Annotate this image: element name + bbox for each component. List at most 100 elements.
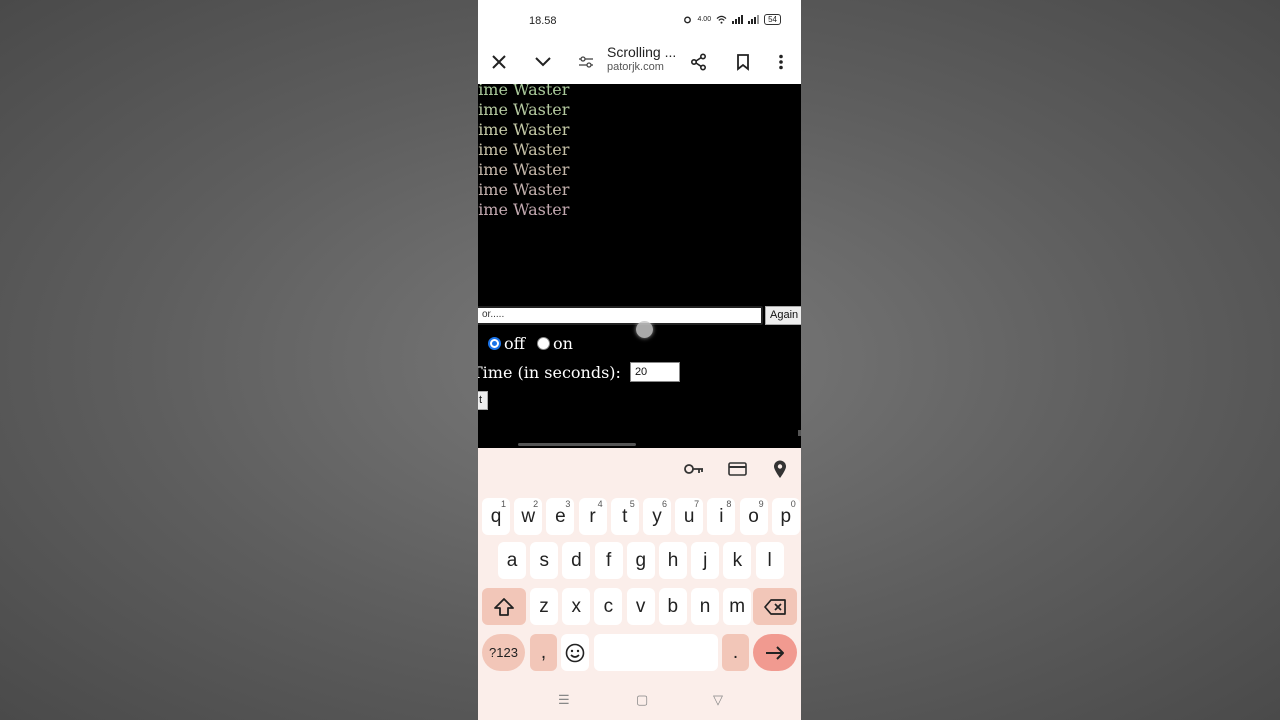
key-r-hint: 4 <box>597 499 603 509</box>
key-z-label: z <box>539 595 549 617</box>
key-s-label: s <box>539 549 549 571</box>
keyboard-suggestion-strip <box>478 448 801 490</box>
payment-methods-button[interactable] <box>726 459 748 479</box>
key-b[interactable]: b <box>658 588 687 625</box>
key-a-label: a <box>506 549 518 571</box>
key-j[interactable]: j <box>691 542 720 579</box>
key-icon <box>684 464 703 474</box>
menu-nav-icon[interactable]: ☰ <box>558 692 570 708</box>
key-r-label: r <box>589 505 596 527</box>
addresses-button[interactable] <box>769 459 791 479</box>
back-nav-icon[interactable]: ▽ <box>713 692 723 708</box>
horizontal-scrollbar[interactable] <box>518 443 636 446</box>
symbols-key-label: ?123 <box>489 645 518 660</box>
comma-key-label: , <box>540 641 547 663</box>
key-k[interactable]: k <box>723 542 752 579</box>
key-y-hint: 6 <box>661 499 667 509</box>
home-nav-icon[interactable]: ▢ <box>636 692 648 708</box>
key-n[interactable]: n <box>691 588 719 625</box>
key-w-hint: 2 <box>533 499 539 509</box>
key-v-label: v <box>635 595 646 617</box>
key-w[interactable]: w2 <box>514 498 543 535</box>
key-z[interactable]: z <box>530 588 558 625</box>
shift-key[interactable] <box>482 588 526 625</box>
scroll-text-input[interactable]: or..... <box>478 306 763 325</box>
key-a[interactable]: a <box>498 542 526 579</box>
key-o[interactable]: o9 <box>739 498 768 535</box>
key-h[interactable]: h <box>659 542 687 579</box>
web-content[interactable]: t Time Waster t Time Waster t Time Waste… <box>478 84 801 448</box>
bookmark-button[interactable] <box>729 48 757 76</box>
share-icon <box>690 53 707 71</box>
key-o-label: o <box>748 505 759 527</box>
radio-off[interactable] <box>488 337 501 350</box>
again-button[interactable]: Again <box>765 306 801 325</box>
key-e-label: e <box>555 505 566 527</box>
key-p[interactable]: p0 <box>771 498 800 535</box>
key-s[interactable]: s <box>530 542 559 579</box>
key-u[interactable]: u7 <box>675 498 704 535</box>
location-pin-icon <box>774 460 786 478</box>
page-title: Scrolling ... <box>607 44 677 60</box>
emoji-icon <box>565 643 585 662</box>
key-f-label: f <box>605 549 612 571</box>
key-q-label: q <box>490 505 502 527</box>
page-title-block[interactable]: Scrolling ... patorjk.com <box>607 44 687 73</box>
key-y[interactable]: y6 <box>643 498 671 535</box>
arrow-right-icon <box>766 645 784 660</box>
key-g[interactable]: g <box>626 542 655 579</box>
more-menu-button[interactable] <box>767 48 795 76</box>
shift-icon <box>494 597 514 616</box>
system-nav-bar: ☰ ▢ ▽ <box>478 686 801 720</box>
key-q[interactable]: q1 <box>482 498 510 535</box>
key-m[interactable]: m <box>723 588 752 625</box>
page-settings-button[interactable] <box>572 48 600 76</box>
key-l[interactable]: l <box>755 542 784 579</box>
key-k-label: k <box>732 549 743 571</box>
emoji-key[interactable] <box>561 634 589 671</box>
waster-line: t Time Waster <box>478 100 570 119</box>
key-b-label: b <box>667 595 679 617</box>
page-domain: patorjk.com <box>607 61 664 73</box>
signal-icon <box>732 15 744 24</box>
key-v[interactable]: v <box>626 588 655 625</box>
symbols-key[interactable]: ?123 <box>482 634 525 671</box>
enter-key[interactable] <box>753 634 797 671</box>
share-button[interactable] <box>685 48 713 76</box>
key-j-label: j <box>703 549 708 571</box>
waster-line: t Time Waster <box>478 120 570 139</box>
chevron-down-icon <box>535 57 551 67</box>
time-seconds-input[interactable]: 20 <box>629 362 680 382</box>
key-e[interactable]: e3 <box>546 498 575 535</box>
tune-icon <box>579 56 593 68</box>
key-m-label: m <box>729 595 746 617</box>
period-key-label: . <box>732 641 739 663</box>
key-c-label: c <box>603 595 614 617</box>
key-x[interactable]: x <box>562 588 591 625</box>
key-f[interactable]: f <box>594 542 623 579</box>
radio-on[interactable] <box>537 337 550 350</box>
net-speed: 4.00 <box>697 16 712 23</box>
space-key[interactable] <box>594 634 718 671</box>
radio-on-label: on <box>553 334 573 353</box>
key-i[interactable]: i8 <box>707 498 736 535</box>
period-key[interactable]: . <box>722 634 749 671</box>
key-c[interactable]: c <box>594 588 623 625</box>
start-button[interactable]: t <box>478 391 488 410</box>
key-e-hint: 3 <box>565 499 571 509</box>
radio-off-label: off <box>504 334 525 353</box>
vertical-scrollbar[interactable] <box>798 430 801 436</box>
key-t[interactable]: t5 <box>610 498 639 535</box>
key-t-hint: 5 <box>629 499 635 509</box>
close-button[interactable] <box>485 48 513 76</box>
minimize-button[interactable] <box>529 48 557 76</box>
soft-keyboard <box>478 448 801 720</box>
backspace-icon <box>764 598 786 615</box>
key-r[interactable]: r4 <box>578 498 607 535</box>
comma-key[interactable]: , <box>530 634 557 671</box>
signal-icon-2 <box>748 15 760 24</box>
key-d[interactable]: d <box>562 542 591 579</box>
backspace-key[interactable] <box>753 588 797 625</box>
passwords-button[interactable] <box>683 459 705 479</box>
key-g-label: g <box>635 549 647 571</box>
